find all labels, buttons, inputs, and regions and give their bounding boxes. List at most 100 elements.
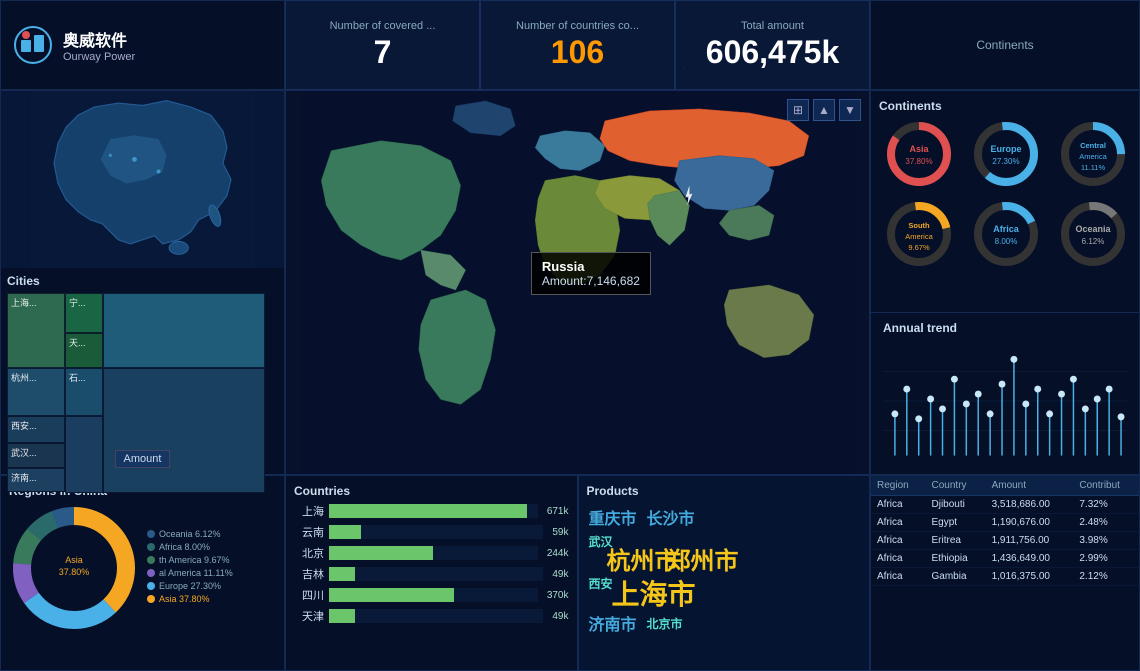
bar-fill: [329, 546, 433, 560]
treemap-cell-hangzhou[interactable]: 杭州...: [7, 368, 65, 416]
logo-text: 奥威软件 Ourway Power: [63, 27, 135, 63]
treemap-cell-xian[interactable]: 西安...: [7, 416, 65, 443]
legend-oceania: Oceania 6.12%: [147, 529, 276, 539]
word-changsha: 长沙市: [647, 505, 695, 529]
right-panel: Continents Asia 37.80% Eu: [870, 90, 1140, 475]
products-cloud: 重庆市 长沙市 武汉 杭州市 郑州市 西安 上海市 济南市 北京市: [587, 503, 862, 643]
annual-trend-title: Annual trend: [883, 321, 1127, 335]
svg-text:8.00%: 8.00%: [995, 237, 1018, 246]
table-view-button[interactable]: ⊞: [787, 99, 809, 121]
continents-section-title: Continents: [879, 99, 1133, 113]
bar-value: 49k: [552, 611, 568, 622]
bar-label: 天津: [294, 608, 324, 624]
bar-value: 370k: [547, 590, 569, 601]
chart-view-button[interactable]: ▲: [813, 99, 835, 121]
table-row: AfricaEritrea1,911,756.003.98%: [871, 532, 1139, 550]
bar-value: 49k: [552, 569, 568, 580]
logo-main-text: 奥威软件: [63, 27, 135, 51]
treemap-cell-jinan: 济南...: [7, 468, 65, 492]
table-cell-region: Africa: [871, 514, 926, 532]
header-right-placeholder: Continents: [870, 0, 1140, 90]
treemap-cell-wuhan[interactable]: 武汉...: [7, 443, 65, 468]
treemap-cell-tian[interactable]: 天...: [65, 333, 103, 368]
table-cell-pct: 2.12%: [1073, 568, 1139, 586]
svg-text:America: America: [1080, 152, 1108, 161]
stat-card-amount: Total amount 606,475k: [675, 0, 870, 90]
table-cell-amount: 1,436,649.00: [986, 550, 1074, 568]
legend-africa: Africa 8.00%: [147, 542, 276, 552]
world-map-area: ⊞ ▲ ▼: [285, 90, 870, 475]
table-row: AfricaDjibouti3,518,686.007.32%: [871, 496, 1139, 514]
countries-bars: 上海 671k 云南 59k 北京: [294, 503, 569, 624]
table-cell-pct: 2.48%: [1073, 514, 1139, 532]
bar-fill: [329, 609, 355, 623]
stat-label-countries: Number of countries co...: [516, 20, 639, 32]
svg-text:Asia: Asia: [909, 144, 929, 154]
data-table: Region Country Amount Contribut AfricaDj…: [871, 476, 1139, 586]
table-cell-amount: 1,016,375.00: [986, 568, 1074, 586]
products-section: Products 重庆市 长沙市 武汉 杭州市 郑州市 西安 上海市 济南市 北…: [578, 475, 871, 671]
col-amount: Amount: [986, 476, 1074, 496]
filter-button[interactable]: ▼: [839, 99, 861, 121]
bar-row-yunnan: 云南 59k: [294, 524, 569, 540]
svg-text:6.12%: 6.12%: [1082, 237, 1105, 246]
annual-trend-section: Annual trend: [871, 312, 1139, 474]
regions-legend: Oceania 6.12% Africa 8.00% th America 9.…: [147, 529, 276, 607]
table-cell-pct: 7.32%: [1073, 496, 1139, 514]
svg-text:27.30%: 27.30%: [992, 157, 1019, 166]
logo-section: 奥威软件 Ourway Power: [0, 0, 285, 90]
table-cell-region: Africa: [871, 532, 926, 550]
bar-row-sichuan: 四川 370k: [294, 587, 569, 603]
header-stats: Number of covered ... 7 Number of countr…: [285, 0, 870, 90]
table-cell-country: Gambia: [926, 568, 986, 586]
treemap-cell-shi[interactable]: 石...: [65, 368, 103, 416]
bar-value: 59k: [552, 527, 568, 538]
stat-value-amount: 606,475k: [706, 34, 839, 71]
legend-central-america: al America 11.11%: [147, 568, 276, 578]
bar-value: 244k: [547, 548, 569, 559]
table-cell-country: Eritrea: [926, 532, 986, 550]
treemap-container: 上海... 杭州... 西安... 武汉... 济南... 宁... 天... …: [7, 293, 278, 468]
svg-text:Central: Central: [1080, 141, 1106, 150]
table-cell-country: Egypt: [926, 514, 986, 532]
bar-label: 云南: [294, 524, 324, 540]
table-row: AfricaGambia1,016,375.002.12%: [871, 568, 1139, 586]
bar-label: 吉林: [294, 566, 324, 582]
treemap-cell-other: [65, 416, 103, 493]
amount-label: Amount: [115, 450, 171, 468]
word-zhengzhou: 郑州市: [667, 541, 739, 576]
cities-section: Cities 上海... 杭州... 西安... 武汉... 济南... 宁..…: [1, 268, 284, 474]
legend-asia: Asia 37.80%: [147, 594, 276, 604]
bar-row-jilin: 吉林 49k: [294, 566, 569, 582]
map-controls: ⊞ ▲ ▼: [787, 99, 861, 121]
svg-text:Europe: Europe: [990, 144, 1021, 154]
svg-text:Oceania: Oceania: [1076, 224, 1112, 234]
table-cell-pct: 2.99%: [1073, 550, 1139, 568]
table-cell-amount: 1,911,756.00: [986, 532, 1074, 550]
bar-bg: [329, 567, 543, 581]
table-row: AfricaEthiopia1,436,649.002.99%: [871, 550, 1139, 568]
continents-panel: Continents Asia 37.80% Eu: [871, 91, 1140, 312]
treemap-cell-large2: [103, 368, 265, 493]
bar-fill: [329, 525, 361, 539]
continents-grid: Asia 37.80% Europe 27.30%: [879, 118, 1133, 270]
word-beijing: 北京市: [647, 615, 683, 632]
bottom-left-panel: Regions in China Asia 37.80%: [0, 475, 285, 671]
treemap-cell-shanghai[interactable]: 上海...: [7, 293, 65, 368]
bar-label: 四川: [294, 587, 324, 603]
bar-bg: [329, 609, 543, 623]
col-contribut: Contribut: [1073, 476, 1139, 496]
bar-fill: [329, 588, 454, 602]
word-shanghai: 上海市: [612, 573, 696, 613]
word-xian: 西安: [589, 575, 613, 592]
col-region: Region: [871, 476, 926, 496]
treemap-cell-ning[interactable]: 宁...: [65, 293, 103, 333]
stat-card-covered: Number of covered ... 7: [285, 0, 480, 90]
legend-south-america: th America 9.67%: [147, 555, 276, 565]
regions-china-content: Asia 37.80% Oceania 6.12% Africa 8.00% t…: [9, 503, 276, 633]
treemap-cell-large1: [103, 293, 265, 368]
bar-label: 上海: [294, 503, 324, 519]
word-jinan: 济南市: [589, 611, 637, 635]
table-cell-region: Africa: [871, 568, 926, 586]
donut-asia: Asia 37.80%: [879, 118, 958, 190]
